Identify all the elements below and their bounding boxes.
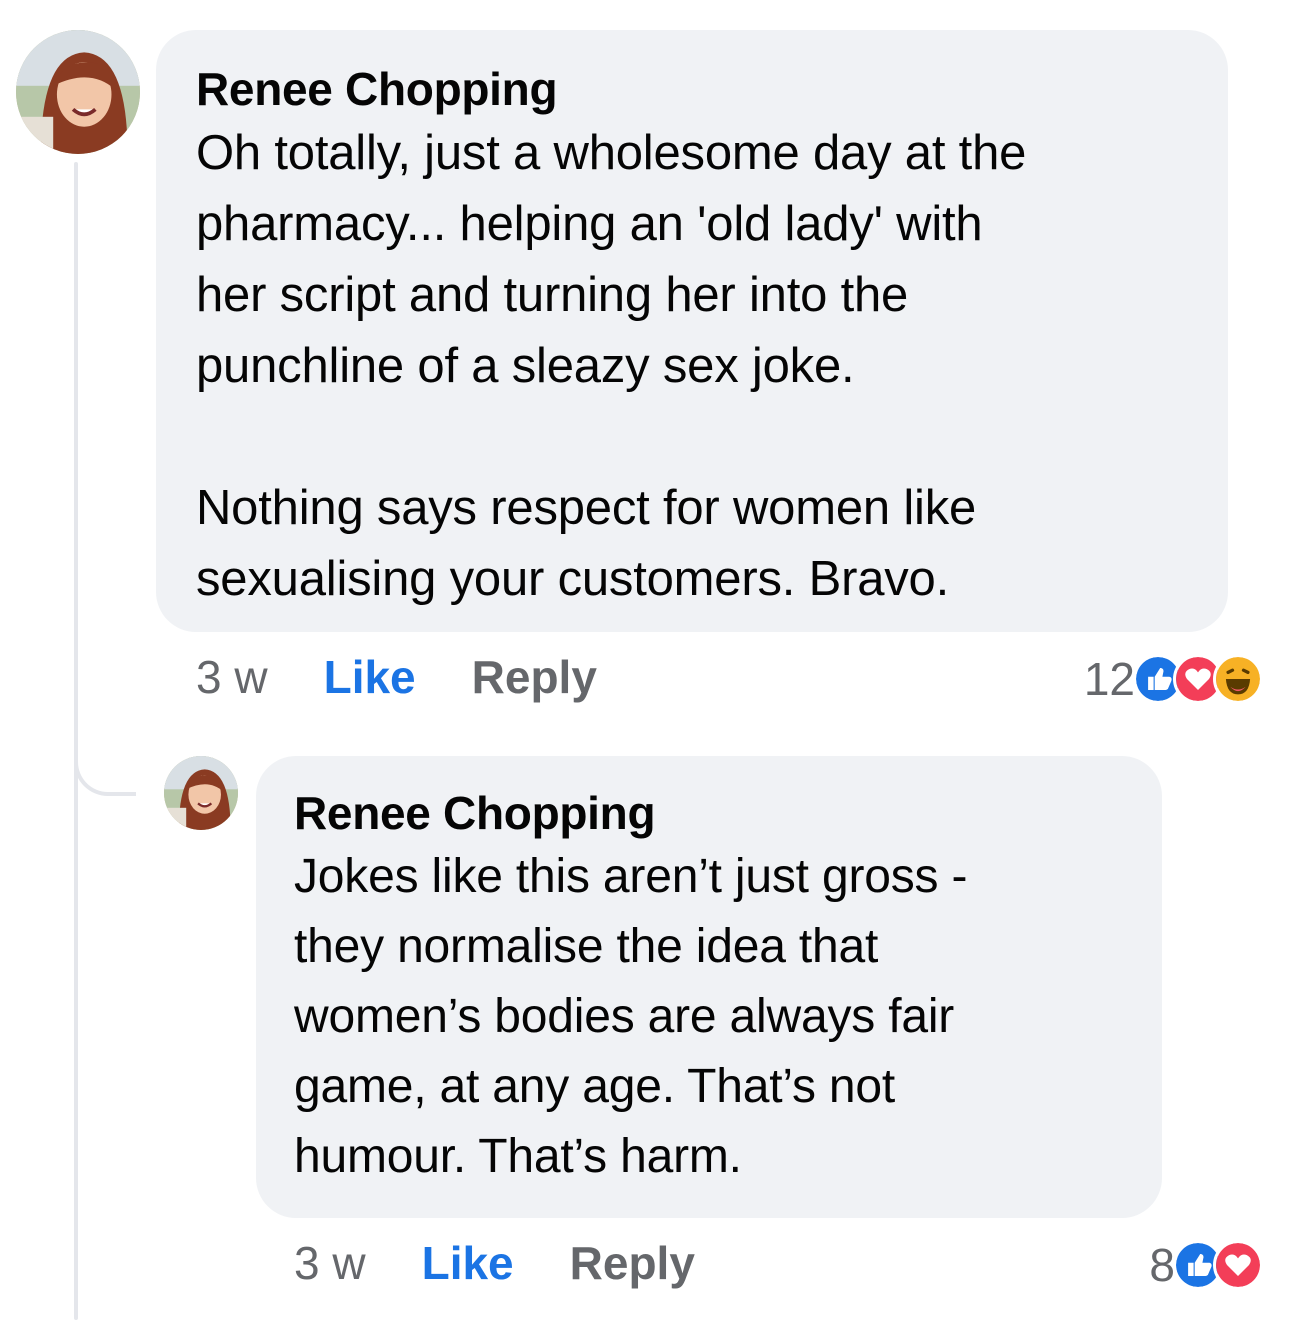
comment-timestamp[interactable]: 3 w xyxy=(196,650,268,704)
comment-bubble: Renee Chopping Jokes like this aren’t ju… xyxy=(256,756,1162,1218)
reply-button[interactable]: Reply xyxy=(472,650,597,704)
comment-bubble: Renee Chopping Oh totally, just a wholes… xyxy=(156,30,1228,632)
comment-author[interactable]: Renee Chopping xyxy=(294,784,1124,842)
avatar[interactable] xyxy=(164,756,238,830)
reaction-count: 12 xyxy=(1083,653,1135,705)
comment-actions: 3 w Like Reply xyxy=(294,1236,695,1290)
comment-text: Jokes like this aren’t just gross - they… xyxy=(294,850,968,1183)
reply-button[interactable]: Reply xyxy=(570,1236,695,1290)
comment-text: Oh totally, just a wholesome day at the … xyxy=(196,126,1027,606)
profile-photo-icon xyxy=(16,30,140,154)
comment-actions: 3 w Like Reply xyxy=(196,650,597,704)
reply-thread-connector xyxy=(74,700,136,796)
love-reaction-icon xyxy=(1213,1240,1263,1290)
reaction-count: 8 xyxy=(1149,1239,1175,1291)
avatar[interactable] xyxy=(16,30,140,154)
reaction-summary[interactable]: 12 xyxy=(1084,652,1263,706)
like-button[interactable]: Like xyxy=(324,650,416,704)
profile-photo-icon xyxy=(164,756,238,830)
comment-author[interactable]: Renee Chopping xyxy=(196,60,1188,118)
reaction-summary[interactable]: 8 xyxy=(1149,1238,1263,1292)
like-button[interactable]: Like xyxy=(422,1236,514,1290)
haha-reaction-icon xyxy=(1213,654,1263,704)
comment-timestamp[interactable]: 3 w xyxy=(294,1236,366,1290)
